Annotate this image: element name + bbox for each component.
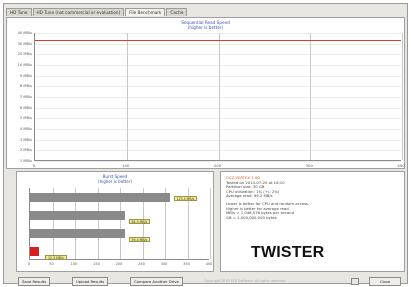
sequential-x-tick: 300 [305, 163, 313, 168]
sequential-y-tick: 30 MB/s [17, 41, 32, 46]
burst-x-tick: 400 [205, 262, 213, 266]
sequential-grid-h [35, 161, 401, 162]
sequential-x-tick: 0 [32, 163, 36, 168]
burst-plot-area: 123.4 MB/s 64.5 MB/s 59.4 MB/s 12.3 MB/s [29, 188, 211, 260]
sequential-chart-subtitle: (higher is better) [187, 25, 224, 30]
tab-hdtune-notice[interactable]: HD Tune (not commercial or evaluation) [32, 8, 125, 16]
burst-bar-label: 12.3 MB/s [45, 254, 67, 260]
burst-bar-label: 123.4 MB/s [173, 195, 198, 201]
compare-drive-button[interactable]: Compare Another Drive [130, 277, 183, 286]
burst-bar-label: 64.5 MB/s [128, 218, 151, 224]
burst-x-tick: 100 [70, 262, 78, 266]
info-note: GB = 1,000,000,000 bytes [226, 214, 277, 220]
burst-chart-subtitle: (higher is better) [98, 179, 132, 184]
sequential-y-tick: 20 MB/s [17, 52, 32, 57]
twister-watermark: TWISTER [251, 244, 325, 261]
burst-x-tick: 250 [138, 262, 145, 266]
copyright-text: Copyright 2010 EFD Software. All rights … [204, 279, 286, 283]
sequential-y-tick: 6 MB/s [19, 105, 32, 110]
sequential-y-tick: 3 MB/s [19, 137, 32, 142]
sequential-read-line [35, 40, 401, 41]
sequential-y-tick: 9 MB/s [19, 73, 32, 78]
sequential-grid-v [126, 33, 128, 160]
hdtune-window: HD Tune HD Tune (not commercial or evalu… [3, 3, 408, 286]
burst-x-tick: 0 [27, 262, 31, 266]
burst-bar-label: 59.4 MB/s [128, 236, 151, 242]
sequential-y-tick: 5 MB/s [19, 116, 32, 121]
color-swatch-icon[interactable] [351, 278, 359, 285]
burst-grid-v [210, 188, 211, 259]
burst-chart-panel: Burst Speed (higher is better) 123.4 MB/… [16, 171, 214, 272]
sequential-x-tick: 100 [122, 163, 130, 168]
burst-bar [30, 228, 125, 238]
sequential-y-tick: 7 MB/s [19, 95, 32, 99]
burst-x-tick: 50 [49, 262, 54, 266]
sequential-y-tick: 8 MB/s [19, 84, 32, 89]
sequential-grid-v [218, 33, 220, 160]
burst-bar [30, 246, 39, 256]
tab-hdtune[interactable]: HD Tune [6, 8, 32, 16]
burst-bar [30, 210, 125, 220]
save-results-button[interactable]: Save Results [18, 277, 51, 286]
burst-bar [30, 192, 170, 202]
burst-x-tick: 150 [93, 262, 100, 266]
upload-results-button[interactable]: Upload Results [72, 277, 109, 286]
tab-file-benchmark[interactable]: File Benchmark [125, 8, 166, 16]
sequential-y-tick: 10 MB/s [17, 63, 32, 67]
sequential-x-tick: 200 [213, 163, 222, 168]
burst-x-tick: 350 [183, 262, 190, 266]
sequential-y-tick: 4 MB/s [19, 127, 32, 131]
close-button[interactable]: Close [369, 277, 401, 286]
burst-x-tick: 300 [160, 262, 168, 266]
sequential-y-tick: 1 MB/s [19, 159, 32, 163]
sequential-y-tick: 40 MB/s [17, 31, 32, 35]
sequential-y-tick: 2 MB/s [19, 148, 32, 153]
sequential-x-tick: 400 [397, 163, 405, 168]
sequential-chart-panel: Sequential Read Speed (higher is better)… [6, 17, 405, 169]
sequential-plot-area [34, 33, 403, 162]
tab-strip: HD Tune HD Tune (not commercial or evalu… [6, 8, 188, 16]
tab-cache[interactable]: Cache [166, 8, 188, 16]
sequential-grid-v [310, 33, 312, 160]
sequential-grid-v [402, 33, 403, 160]
results-info-panel: OCZ-VERTEX 1.00 Tested on 2010-07-20 at … [220, 171, 405, 272]
burst-x-tick: 200 [115, 262, 123, 266]
